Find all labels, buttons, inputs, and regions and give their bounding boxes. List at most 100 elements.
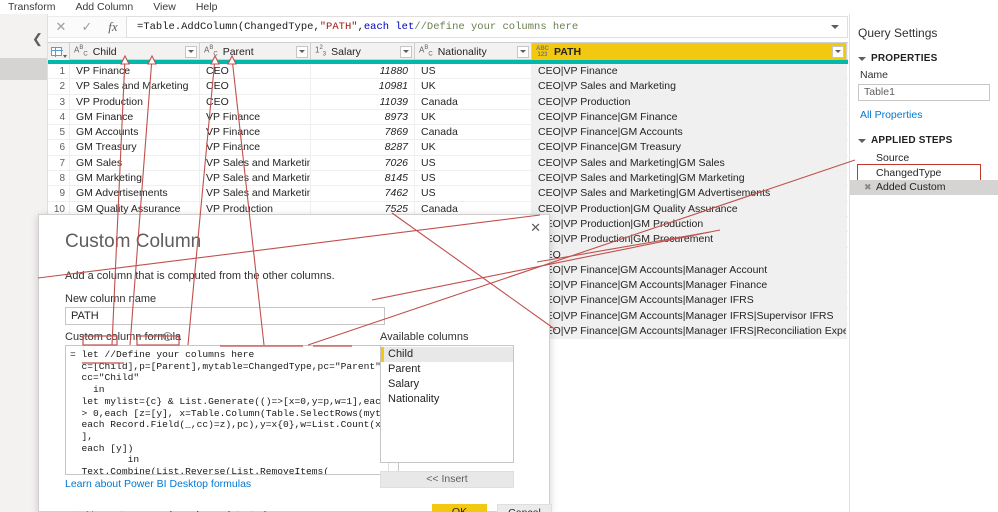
table-row[interactable]: 6 GM Treasury VP Finance 8287 UK CEO|VP … [48,140,848,156]
formula-keyword: each let [363,21,415,33]
column-filter-child-button[interactable] [185,45,197,58]
table-row[interactable]: 9 GM Advertisements VP Sales and Marketi… [48,186,848,202]
cell-parent: VP Finance [200,140,311,155]
formula-line: ], [70,430,94,442]
ok-button[interactable]: OK [432,504,487,512]
close-icon[interactable]: ✕ [530,221,541,234]
ribbon-tab-help[interactable]: Help [186,0,228,14]
applied-step-changedtype[interactable]: ChangedType [857,163,990,181]
cell-nationality: US [415,155,532,171]
fx-icon[interactable]: fx [100,16,126,38]
applied-steps-section-header[interactable]: APPLIED STEPS [858,135,990,146]
table-icon [50,47,63,57]
cell-child: VP Finance [70,64,200,79]
dialog-title: Custom Column [65,231,202,252]
formula-expand-chevron-icon[interactable] [831,25,839,29]
formula-line: = let //Define your columns here [70,349,255,360]
step-label: Added Custom [876,181,946,193]
cell-nationality: US [415,171,532,186]
ribbon-tab-view[interactable]: View [143,0,186,14]
column-filter-salary-button[interactable] [400,45,412,58]
row-number: 1 [48,64,70,79]
applied-step-added-custom[interactable]: ✖ Added Custom [850,180,998,195]
cell-child: GM Finance [70,109,200,125]
cell-parent: VP Finance [200,125,311,140]
table-row[interactable]: 8 GM Marketing VP Sales and Marketing 81… [48,171,848,187]
column-header-nationality[interactable]: ABC Nationality [415,43,532,60]
cell-child: GM Marketing [70,171,200,186]
all-properties-link[interactable]: All Properties [860,109,990,121]
column-filter-path-button[interactable] [832,45,844,58]
dialog-subtitle: Add a column that is computed from the o… [65,270,335,282]
column-header-salary[interactable]: 123 Salary [311,43,415,60]
cell-salary: 7462 [311,186,415,201]
available-columns-list: Child Parent Salary Nationality [380,345,514,463]
available-column-child[interactable]: Child [381,347,513,362]
text-type-icon: ABC [74,45,88,58]
ribbon-tab-transform[interactable]: Transform [0,0,65,14]
cell-path: CEO|VP Finance|GM Treasury [532,140,847,155]
step-label: Source [876,152,910,164]
query-name-input[interactable]: Table1 [858,84,990,101]
info-icon[interactable]: i [163,332,172,341]
column-header-path[interactable]: ABC 123 PATH [532,43,847,60]
available-column-nationality[interactable]: Nationality [381,392,513,407]
cell-nationality: Canada [415,125,532,140]
properties-section-header[interactable]: PROPERTIES [858,53,990,64]
cell-path: CEO|VP Sales and Marketing|GM Advertisem… [532,186,847,201]
delete-step-icon[interactable]: ✖ [864,180,872,195]
text-type-icon: ABC [419,45,433,58]
table-row[interactable]: 4 GM Finance VP Finance 8973 UK CEO|VP F… [48,109,848,126]
column-header-child[interactable]: ABC Child [70,43,200,60]
cell-salary: 8287 [311,140,415,155]
cell-path: CEO|VP Production [532,94,847,109]
available-column-salary[interactable]: Salary [381,377,513,392]
ribbon-tab-strip: Transform Add Column View Help [0,0,998,14]
row-number: 9 [48,186,70,201]
cell-nationality: US [415,186,532,201]
column-filter-parent-button[interactable] [296,45,308,58]
applied-steps-list: Source ChangedType ✖ Added Custom [850,151,998,195]
insert-column-button[interactable]: << Insert [380,471,514,488]
column-filter-nationality-button[interactable] [517,45,529,58]
formula-line: > 0,each [z=[y], x=Table.Column(Table.Se… [70,407,399,419]
table-row[interactable]: 2 VP Sales and Marketing CEO 10981 UK CE… [48,79,848,95]
ribbon-tab-add-column[interactable]: Add Column [65,0,143,14]
cell-salary: 8973 [311,109,415,125]
custom-column-formula-editor[interactable]: = let //Define your columns here c=[Chil… [65,345,399,475]
cell-salary: 11880 [311,64,415,79]
cell-parent: CEO [200,94,311,109]
formula-input[interactable]: = Table.AddColumn(ChangedType, "PATH", e… [126,16,848,38]
cancel-formula-icon[interactable]: ✕ [48,16,74,38]
table-row[interactable]: 1 VP Finance CEO 11880 US CEO|VP Finance [48,64,848,80]
select-all-columns-button[interactable] [48,43,70,60]
cell-path: CEO|VP Sales and Marketing|GM Sales [532,155,847,171]
table-row[interactable]: 5 GM Accounts VP Finance 7869 Canada CEO… [48,125,848,141]
cancel-button[interactable]: Cancel [497,504,552,512]
available-column-parent[interactable]: Parent [381,362,513,377]
properties-section-label: PROPERTIES [871,53,938,64]
table-row[interactable]: 3 VP Production CEO 11039 Canada CEO|VP … [48,94,848,110]
cell-path: CEO|VP Finance|GM Accounts|Manager Accou… [532,262,847,278]
check-icon: ✓ [67,508,78,512]
table-row[interactable]: 7 GM Sales VP Sales and Marketing 7026 U… [48,155,848,172]
formula-text-part-1: Table.AddColumn(ChangedType, [143,21,320,33]
cell-path: CEO|VP Production|GM Procurement [532,232,847,247]
row-number: 5 [48,125,70,140]
column-header-parent[interactable]: ABC Parent [200,43,311,60]
expand-queries-chevron-icon[interactable]: ❮ [32,32,43,45]
cell-child: GM Treasury [70,140,200,155]
row-number: 3 [48,94,70,109]
accept-formula-icon[interactable]: ✓ [74,16,100,38]
applied-steps-section-label: APPLIED STEPS [871,135,953,146]
chevron-down-icon [188,50,194,53]
learn-formulas-link[interactable]: Learn about Power BI Desktop formulas [65,478,251,490]
step-label: ChangedType [876,166,942,179]
cell-child: GM Advertisements [70,186,200,201]
chevron-down-icon [520,50,526,53]
cell-nationality: UK [415,79,532,94]
formula-line: each Record.Field(_,cc)=z),pc),y=x{0},w=… [70,419,387,431]
chevron-down-icon [403,50,409,53]
row-number: 6 [48,140,70,155]
new-column-name-input[interactable]: PATH [65,307,385,325]
